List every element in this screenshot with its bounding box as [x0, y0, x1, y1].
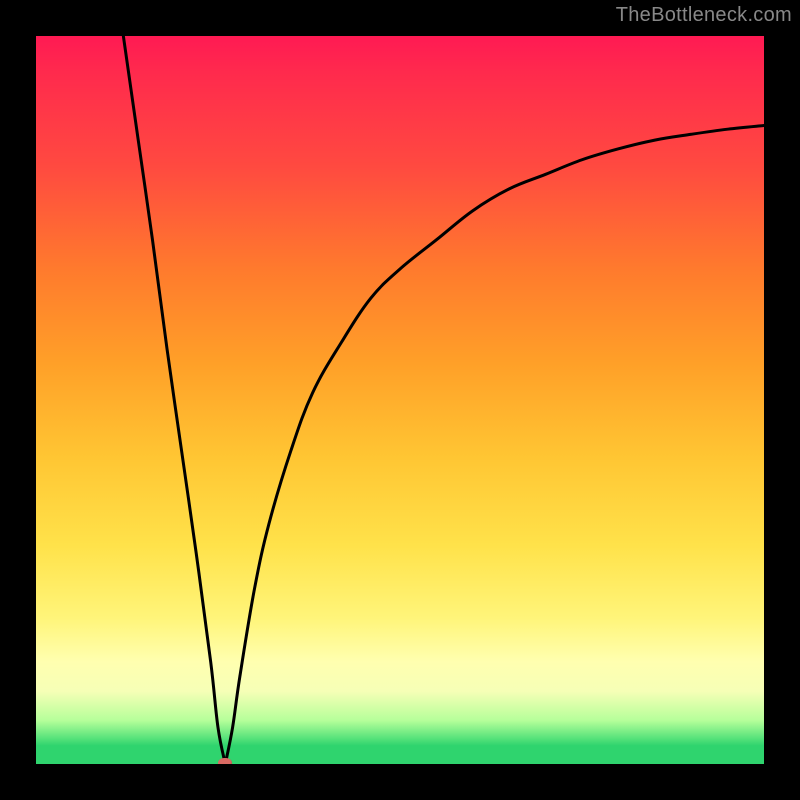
- watermark: TheBottleneck.com: [616, 4, 792, 27]
- plot-area: [36, 36, 764, 764]
- minimum-marker: [218, 758, 232, 764]
- chart-frame: TheBottleneck.com: [0, 0, 800, 800]
- curve-left-branch: [123, 36, 225, 764]
- curve-right-branch: [225, 126, 764, 764]
- curve-layer: [36, 36, 764, 764]
